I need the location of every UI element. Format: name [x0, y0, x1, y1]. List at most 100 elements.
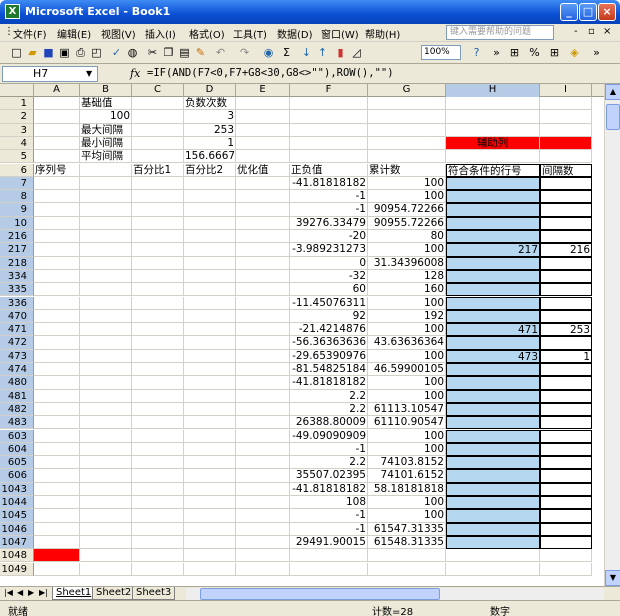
cell-b1047[interactable]	[80, 535, 132, 550]
cell-e1043[interactable]	[236, 482, 290, 496]
cell-i1044[interactable]	[540, 496, 592, 510]
cell-g1045[interactable]: 100	[368, 509, 446, 523]
cell-b335[interactable]	[80, 283, 132, 297]
cell-c481[interactable]	[132, 389, 184, 403]
cell-g218[interactable]: 31.34396008	[368, 256, 446, 270]
row-header[interactable]: 217	[0, 243, 34, 257]
cell-c1043[interactable]	[132, 482, 184, 496]
cell-e9[interactable]	[236, 203, 290, 217]
menu-help[interactable]: 帮助(H)	[365, 26, 400, 41]
cell-b218[interactable]	[80, 256, 132, 270]
cell-b606[interactable]	[80, 469, 132, 483]
cell-b4[interactable]: 最小间隔	[80, 136, 132, 151]
cell-c1046[interactable]	[132, 522, 184, 536]
cell-e603[interactable]	[236, 429, 290, 443]
row-header[interactable]: 8	[0, 190, 34, 204]
cell-f1048[interactable]	[290, 549, 368, 563]
column-header-a[interactable]: A	[34, 84, 80, 97]
cell-f5[interactable]	[290, 150, 368, 164]
cell-a218[interactable]	[34, 256, 80, 270]
cell-h5[interactable]	[446, 150, 540, 164]
cell-h218[interactable]	[446, 256, 540, 270]
cell-f1049[interactable]	[290, 562, 368, 576]
row-header[interactable]: 1047	[0, 535, 34, 550]
cell-d9[interactable]	[184, 203, 236, 217]
cell-e10[interactable]	[236, 216, 290, 230]
cell-h1045[interactable]	[446, 509, 540, 523]
cell-f603[interactable]: -49.09090909	[290, 429, 368, 443]
cell-a470[interactable]	[34, 309, 80, 324]
zoom-select[interactable]: 100%	[421, 45, 461, 60]
cell-i604[interactable]	[540, 442, 592, 457]
cell-i336[interactable]	[540, 296, 592, 310]
cell-a472[interactable]	[34, 336, 80, 350]
cell-e474[interactable]	[236, 363, 290, 377]
cell-g335[interactable]: 160	[368, 283, 446, 297]
cut-icon[interactable]: ✂	[146, 46, 159, 59]
cell-f605[interactable]: 2.2	[290, 456, 368, 470]
cell-d1046[interactable]	[184, 522, 236, 536]
cell-i1049[interactable]	[540, 562, 592, 576]
row-header[interactable]: 1045	[0, 509, 34, 523]
row-header[interactable]: 1043	[0, 482, 34, 496]
cell-b216[interactable]	[80, 230, 132, 244]
fill-color-icon[interactable]: ◈	[568, 46, 581, 59]
cell-c1044[interactable]	[132, 496, 184, 510]
cell-g1044[interactable]: 100	[368, 496, 446, 510]
cell-f7[interactable]: -41.81818182	[290, 176, 368, 191]
cell-a1[interactable]	[34, 97, 80, 111]
cell-a2[interactable]	[34, 110, 80, 124]
cell-b604[interactable]	[80, 442, 132, 457]
cell-d4[interactable]: 1	[184, 136, 236, 151]
cell-i471[interactable]: 253	[540, 323, 592, 337]
cell-g1046[interactable]: 61547.31335	[368, 522, 446, 536]
prev-sheet-icon[interactable]: ◀	[17, 588, 23, 597]
cell-b1[interactable]: 基础值	[80, 97, 132, 111]
cell-d473[interactable]	[184, 349, 236, 363]
cell-g471[interactable]: 100	[368, 323, 446, 337]
cell-a336[interactable]	[34, 296, 80, 310]
cell-i216[interactable]	[540, 230, 592, 244]
next-sheet-icon[interactable]: ▶	[28, 588, 34, 597]
row-header[interactable]: 482	[0, 402, 34, 417]
cell-e218[interactable]	[236, 256, 290, 270]
cell-b1044[interactable]	[80, 496, 132, 510]
cell-b1045[interactable]	[80, 509, 132, 523]
row-header[interactable]: 9	[0, 203, 34, 217]
cell-i470[interactable]	[540, 309, 592, 324]
cell-h483[interactable]	[446, 416, 540, 430]
cell-f473[interactable]: -29.65390976	[290, 349, 368, 363]
row-header[interactable]: 4	[0, 136, 34, 151]
cell-g9[interactable]: 90954.72266	[368, 203, 446, 217]
cell-f480[interactable]: -41.81818182	[290, 376, 368, 390]
menu-window[interactable]: 窗口(W)	[321, 26, 359, 41]
cell-a6[interactable]: 序列号	[34, 163, 80, 177]
last-sheet-icon[interactable]: ▶|	[39, 588, 48, 597]
cell-b473[interactable]	[80, 349, 132, 363]
maximize-button[interactable]: □	[579, 3, 597, 21]
cell-d471[interactable]	[184, 323, 236, 337]
cell-g481[interactable]: 100	[368, 389, 446, 403]
cell-c472[interactable]	[132, 336, 184, 350]
cell-g480[interactable]: 100	[368, 376, 446, 390]
cell-d481[interactable]	[184, 389, 236, 403]
cell-c334[interactable]	[132, 269, 184, 284]
cell-d1044[interactable]	[184, 496, 236, 510]
row-header[interactable]: 473	[0, 349, 34, 363]
cell-g1[interactable]	[368, 97, 446, 111]
cell-c1045[interactable]	[132, 509, 184, 523]
cell-a216[interactable]	[34, 230, 80, 244]
drawing-icon[interactable]: ◿	[350, 46, 363, 59]
cell-h603[interactable]	[446, 429, 540, 443]
paste-icon[interactable]: ▤	[178, 46, 191, 59]
cell-h471[interactable]: 471	[446, 323, 540, 337]
cell-c480[interactable]	[132, 376, 184, 390]
cell-a605[interactable]	[34, 456, 80, 470]
sort-descending-icon[interactable]: ↑	[316, 46, 329, 59]
cell-a1044[interactable]	[34, 496, 80, 510]
cell-e1045[interactable]	[236, 509, 290, 523]
cell-e335[interactable]	[236, 283, 290, 297]
row-header[interactable]: 606	[0, 469, 34, 483]
cell-d1045[interactable]	[184, 509, 236, 523]
column-header-d[interactable]: D	[184, 84, 236, 97]
